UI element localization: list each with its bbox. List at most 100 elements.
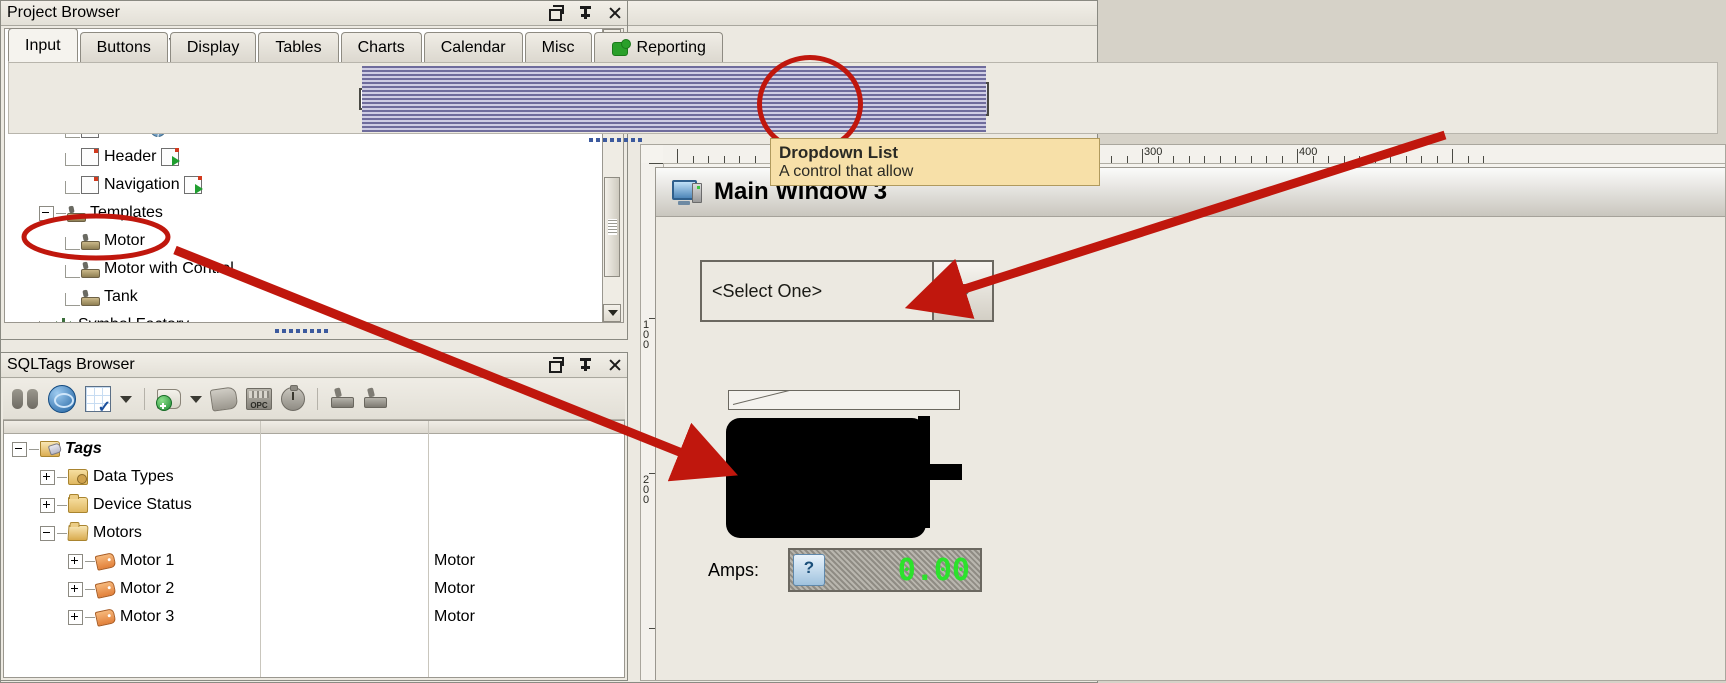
dropdown-list-component[interactable]: <Select One>: [700, 260, 994, 322]
tree-item-motor-with-control[interactable]: Motor with Control: [5, 255, 623, 283]
tab-charts[interactable]: Charts: [340, 32, 422, 62]
expand-toggle[interactable]: [40, 469, 55, 485]
new-tag-icon[interactable]: [156, 389, 181, 411]
collapse-toggle[interactable]: [40, 525, 55, 541]
tag-item-label: Data Types: [93, 468, 174, 485]
tree-connector: [65, 180, 80, 194]
tree-connector: [65, 264, 80, 278]
dropdown-arrow-1-icon[interactable]: [120, 395, 132, 403]
close-icon[interactable]: [607, 357, 623, 373]
tab-tables[interactable]: Tables: [258, 32, 339, 62]
tag-item-label: Tags: [65, 440, 102, 457]
tab-label: Misc: [541, 39, 575, 56]
tab-reporting[interactable]: Reporting: [593, 32, 723, 62]
ruler-label: 400: [1299, 146, 1318, 158]
tab-buttons[interactable]: Buttons: [79, 32, 168, 62]
tree-item-label: Navigation: [104, 176, 180, 193]
stamp-icon: [67, 205, 86, 222]
tag-item-motors[interactable]: Motors: [4, 519, 624, 547]
ruler-tick: [1173, 156, 1174, 163]
tag-item-motor-3[interactable]: Motor 3 Motor: [4, 603, 624, 631]
pin-icon[interactable]: [578, 357, 594, 373]
ruler-tick: [1328, 156, 1329, 163]
ruler-tick: [649, 163, 663, 164]
globe-icon[interactable]: [48, 385, 76, 413]
ruler-tick: [1436, 156, 1438, 163]
window-icon: [81, 176, 99, 194]
tag-item-device-status[interactable]: Device Status: [4, 491, 624, 519]
tab-label: Display: [186, 39, 240, 56]
ruler-tick: [708, 156, 709, 163]
collapse-toggle[interactable]: [39, 205, 54, 221]
dropdown-arrow-icon[interactable]: [932, 262, 992, 320]
opc-icon[interactable]: [246, 388, 272, 410]
restore-icon[interactable]: [549, 357, 565, 373]
panel-splitter-handle[interactable]: [241, 325, 361, 337]
tag-item-value: Motor: [434, 580, 475, 597]
expand-toggle[interactable]: [40, 497, 55, 513]
expand-toggle[interactable]: [68, 553, 83, 569]
tag-item-tags[interactable]: Tags: [4, 435, 624, 463]
tab-label: Charts: [357, 39, 405, 56]
tree-item-tank[interactable]: Tank: [5, 283, 623, 311]
ruler-tick: [1374, 156, 1376, 163]
amps-label: Amps:: [708, 560, 760, 580]
toolbar-separator-1: [144, 388, 145, 410]
tree-connector: [65, 292, 80, 306]
motor-base-graphic: [728, 390, 960, 410]
puzzle-icon: [611, 38, 631, 57]
collapse-toggle[interactable]: [12, 441, 27, 457]
restore-icon[interactable]: [549, 5, 565, 21]
designer-canvas[interactable]: 100200300400 100200 Main Window 3 <Selec…: [640, 144, 1726, 681]
tree-item-templates[interactable]: Templates: [5, 199, 623, 227]
list-widget[interactable]: [949, 82, 989, 116]
timer-icon[interactable]: [281, 385, 305, 411]
scrollbar-thumb[interactable]: [604, 177, 620, 277]
ruler-tick: [1483, 156, 1484, 163]
tab-input[interactable]: Input: [8, 28, 78, 62]
ruler-tick: [1312, 156, 1314, 163]
grid-check-icon[interactable]: [85, 386, 111, 417]
motor-shaft-tip-graphic: [926, 464, 962, 480]
tag-item-data-types[interactable]: Data Types: [4, 463, 624, 491]
project-browser-window-buttons: [549, 1, 623, 25]
tag-item-motor-2[interactable]: Motor 2 Motor: [4, 575, 624, 603]
ruler-tick: [1235, 156, 1236, 163]
amps-numeric-display[interactable]: 0.00: [788, 548, 982, 592]
binoculars-icon[interactable]: [11, 385, 39, 413]
tab-misc[interactable]: Misc: [524, 32, 592, 62]
ruler-tick: [1126, 156, 1128, 163]
tree-item-label: Motor with Control: [104, 260, 234, 277]
sqltags-tree-table[interactable]: Tags Data Types Device Status Motors Motor 1…: [3, 420, 625, 678]
tag-item-label: Device Status: [93, 496, 192, 513]
tab-calendar[interactable]: Calendar: [423, 32, 523, 62]
tab-label: Reporting: [636, 39, 706, 56]
tree-connector: [65, 152, 80, 166]
expand-toggle[interactable]: [68, 581, 83, 597]
tab-label: Calendar: [440, 39, 506, 56]
tree-connector: [65, 236, 80, 250]
tab-display[interactable]: Display: [169, 32, 257, 62]
tree-item-header[interactable]: Header: [5, 143, 623, 171]
close-icon[interactable]: [607, 5, 623, 21]
ruler-tick: [1188, 156, 1190, 163]
gray-tag-icon[interactable]: [209, 386, 239, 412]
sqltags-browser-titlebar: SQLTags Browser: [1, 353, 627, 378]
tag-question-icon: [793, 554, 825, 586]
tooltip-title: Dropdown List: [779, 143, 898, 162]
component-palette-tabs: Input Buttons Display Tables Charts Calendar M…: [8, 28, 725, 62]
pin-icon[interactable]: [578, 5, 594, 21]
stamp-gray-icon-1[interactable]: [330, 387, 354, 410]
scroll-down-arrow-icon[interactable]: [603, 304, 621, 322]
project-browser-title: Project Browser: [7, 4, 120, 21]
ruler-label: 200: [643, 474, 650, 506]
stamp-gray-icon-2[interactable]: [363, 387, 387, 410]
tag-icon: [94, 607, 117, 627]
tag-item-motor-1[interactable]: Motor 1 Motor: [4, 547, 624, 575]
dropdown-arrow-2-icon[interactable]: [190, 395, 202, 403]
tree-item-navigation[interactable]: Navigation: [5, 171, 623, 199]
tree-item-motor[interactable]: Motor: [5, 227, 623, 255]
window-icon: [81, 148, 99, 166]
expand-toggle[interactable]: [68, 609, 83, 625]
tree-item-symbol-factory[interactable]: Symbol Factory: [5, 311, 623, 322]
